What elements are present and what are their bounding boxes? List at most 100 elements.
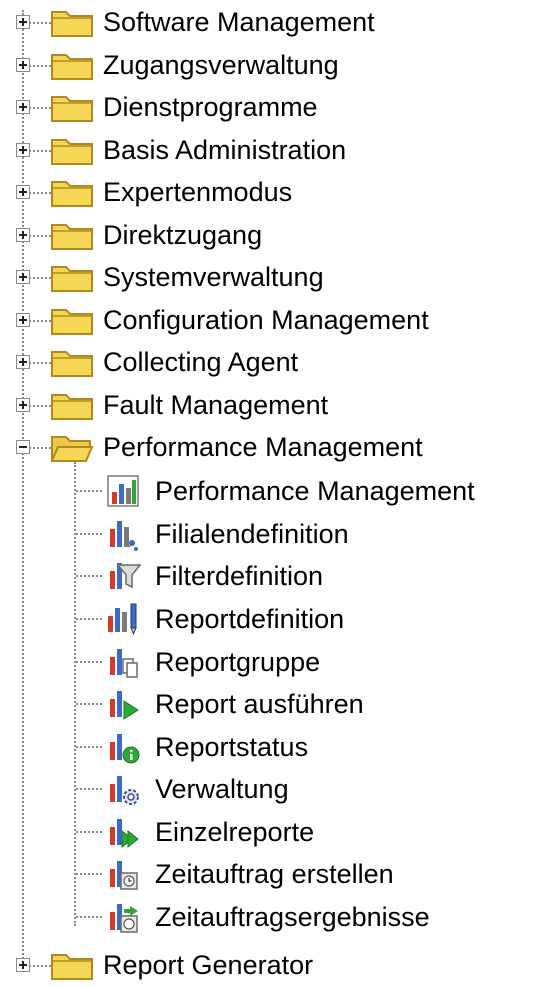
tree-node-label: Dienstprogramme: [103, 92, 318, 122]
connector-line: [29, 362, 51, 364]
tree-node-zugangsverwaltung[interactable]: Zugangsverwaltung: [0, 45, 537, 87]
tree-child-zeitauftragsergebnisse[interactable]: Zeitauftragsergebnisse: [0, 896, 537, 938]
tree-child-filialendefinition[interactable]: Filialendefinition: [0, 513, 537, 555]
tree-child-reportstatus[interactable]: Reportstatus: [0, 726, 537, 768]
expand-button[interactable]: [16, 185, 30, 199]
tree-node-label: Software Management: [103, 7, 375, 37]
expand-button[interactable]: [16, 270, 30, 284]
connector-line: [29, 65, 51, 67]
connector-line: [29, 235, 51, 237]
expand-button[interactable]: [16, 58, 30, 72]
expand-button[interactable]: [16, 228, 30, 242]
tree-node-label: Collecting Agent: [103, 347, 299, 377]
tree-node-software-management[interactable]: Software Management: [0, 2, 537, 44]
folder-closed-icon: [51, 11, 93, 37]
chart-forward-icon: [110, 819, 139, 849]
chart-clock-result-icon: [110, 904, 138, 933]
tree-node-dienstprogramme[interactable]: Dienstprogramme: [0, 87, 537, 129]
tree-node-label: Fault Management: [103, 390, 329, 420]
folder-closed-icon: [51, 139, 93, 165]
chart-filter-icon: [110, 563, 142, 589]
tree-node-label: Basis Administration: [103, 135, 347, 165]
connector-line: [76, 618, 102, 620]
expand-button[interactable]: [16, 398, 30, 412]
chart-info-icon: [110, 734, 140, 764]
folder-closed-icon: [51, 394, 93, 420]
tree-node-systemverwaltung[interactable]: Systemverwaltung: [0, 257, 537, 299]
folder-closed-icon: [51, 54, 93, 80]
tree-node-label: Report Generator: [103, 950, 314, 980]
tree-node-label: Configuration Management: [103, 305, 429, 335]
connector-line: [29, 150, 51, 152]
tree-node-direktzugang[interactable]: Direktzugang: [0, 215, 537, 257]
tree-child-reportdefinition[interactable]: Reportdefinition: [0, 598, 537, 640]
tree-child-filterdefinition[interactable]: Filterdefinition: [0, 555, 537, 597]
connector-line: [76, 873, 102, 875]
tree-child-reportgruppe[interactable]: Reportgruppe: [0, 641, 537, 683]
collapse-button[interactable]: [16, 440, 30, 454]
tree-node-fault-management[interactable]: Fault Management: [0, 385, 537, 427]
tree-node-label: Reportstatus: [155, 732, 309, 762]
tree-node-label: Systemverwaltung: [103, 262, 324, 292]
tree-child-zeitauftrag-erstellen[interactable]: Zeitauftrag erstellen: [0, 853, 537, 895]
folder-closed-icon: [51, 96, 93, 122]
tree-node-label: Direktzugang: [103, 220, 263, 250]
folder-closed-icon: [51, 224, 93, 250]
tree-node-performance-management[interactable]: Performance Management: [0, 427, 537, 469]
tree-child-einzelreporte[interactable]: Einzelreporte: [0, 811, 537, 853]
tree-node-expertenmodus[interactable]: Expertenmodus: [0, 172, 537, 214]
connector-line: [76, 703, 102, 705]
connector-line: [76, 533, 102, 535]
tree-node-basis-administration[interactable]: Basis Administration: [0, 130, 537, 172]
expand-button[interactable]: [16, 143, 30, 157]
expand-button[interactable]: [16, 958, 30, 972]
navigation-tree: Software Management Zugangsverwaltung Di…: [0, 0, 537, 987]
tree-child-report-ausfuehren[interactable]: Report ausführen: [0, 683, 537, 725]
connector-line: [29, 107, 51, 109]
connector-line: [76, 490, 102, 492]
tree-node-label: Einzelreporte: [155, 817, 315, 847]
connector-line: [76, 916, 102, 918]
tree-child-verwaltung[interactable]: Verwaltung: [0, 768, 537, 810]
expand-button[interactable]: [16, 100, 30, 114]
connector-line: [76, 575, 102, 577]
tree-node-label: Verwaltung: [155, 774, 289, 804]
chart-pages-icon: [110, 649, 138, 678]
connector-line: [29, 447, 51, 449]
tree-node-collecting-agent[interactable]: Collecting Agent: [0, 342, 537, 384]
folder-closed-icon: [51, 954, 93, 980]
chart-clock-icon: [110, 861, 138, 890]
folder-closed-icon: [51, 309, 93, 335]
connector-line: [76, 746, 102, 748]
tree-node-label: Zugangsverwaltung: [103, 50, 339, 80]
tree-node-label: Expertenmodus: [103, 177, 293, 207]
expand-button[interactable]: [16, 15, 30, 29]
tree-node-label: Filterdefinition: [155, 561, 324, 591]
folder-closed-icon: [51, 181, 93, 207]
tree-child-performance-management[interactable]: Performance Management: [0, 470, 537, 512]
tree-node-label: Performance Management: [103, 432, 423, 462]
chart-branch-icon: [110, 521, 138, 551]
tree-node-label: Report ausführen: [155, 689, 364, 719]
connector-line: [76, 831, 102, 833]
tree-node-label: Reportdefinition: [155, 604, 345, 634]
tree-node-configuration-management[interactable]: Configuration Management: [0, 300, 537, 342]
folder-open-icon: [50, 436, 94, 462]
bar-chart-icon: [107, 475, 139, 507]
chart-pencil-icon: [108, 603, 137, 636]
tree-node-label: Reportgruppe: [155, 647, 321, 677]
connector-line: [29, 277, 51, 279]
expand-button[interactable]: [16, 355, 30, 369]
connector-line: [29, 192, 51, 194]
connector-line: [29, 22, 51, 24]
connector-line: [76, 788, 102, 790]
expand-button[interactable]: [16, 313, 30, 327]
tree-node-label: Zeitauftragsergebnisse: [155, 902, 430, 932]
folder-closed-icon: [51, 351, 93, 377]
tree-node-label: Zeitauftrag erstellen: [155, 859, 394, 889]
tree-node-report-generator[interactable]: Report Generator: [0, 945, 537, 987]
connector-line: [29, 320, 51, 322]
chart-gear-icon: [110, 776, 139, 805]
connector-line: [29, 405, 51, 407]
tree-node-label: Filialendefinition: [155, 519, 349, 549]
